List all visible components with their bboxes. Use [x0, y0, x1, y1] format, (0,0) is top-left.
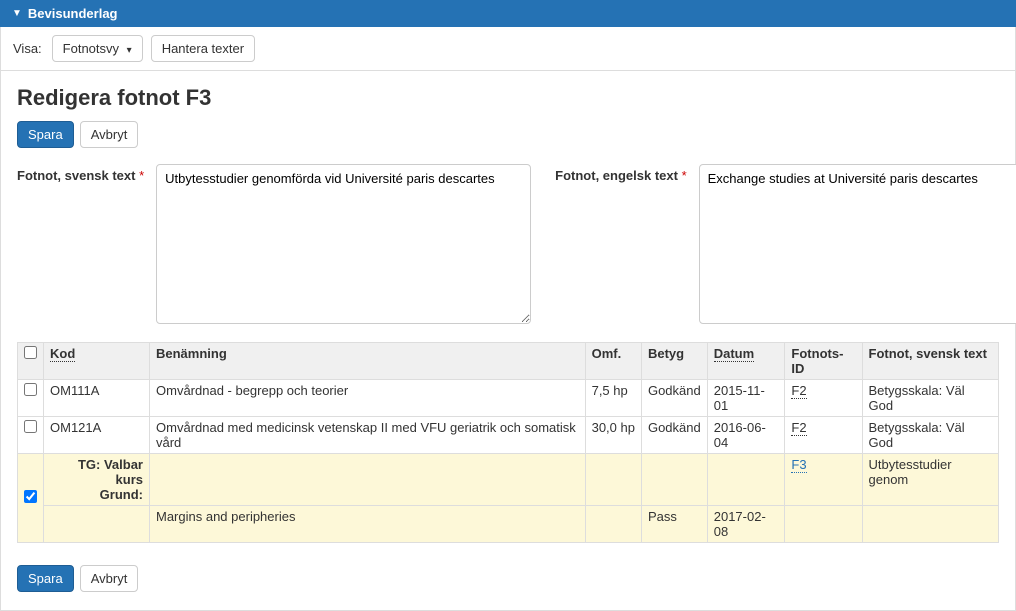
header-kod: Kod	[44, 343, 150, 380]
cell-benamning: Omvårdnad med medicinsk vetenskap II med…	[150, 417, 586, 454]
cell-omf	[585, 454, 641, 506]
cell-omf: 30,0 hp	[585, 417, 641, 454]
select-all-checkbox[interactable]	[24, 346, 37, 359]
header-checkbox-cell	[18, 343, 44, 380]
sv-label: Fotnot, svensk text *	[17, 164, 144, 183]
table-header-row: Kod Benämning Omf. Betyg Datum Fotnots-I…	[18, 343, 999, 380]
en-col: Fotnot, engelsk text *	[555, 164, 1016, 324]
caret-down-icon: ▾	[127, 45, 132, 56]
table-row-selected-sub: Margins and peripheries Pass 2017-02-08	[18, 506, 999, 543]
sv-textarea[interactable]	[156, 164, 531, 324]
table-row-selected: TG: Valbar kurs Grund: F3 Utbytesstudier…	[18, 454, 999, 506]
top-button-row: Spara Avbryt	[17, 121, 999, 148]
cell-fotnots-id: F2	[785, 417, 862, 454]
save-button[interactable]: Spara	[17, 121, 74, 148]
en-textarea[interactable]	[699, 164, 1016, 324]
cell-fotnot-sv: Betygsskala: Väl God	[862, 417, 999, 454]
panel-title: Bevisunderlag	[28, 6, 118, 21]
cell-fotnots-id	[785, 506, 862, 543]
bottom-button-row: Spara Avbryt	[1, 551, 1015, 610]
cell-omf	[585, 506, 641, 543]
save-button[interactable]: Spara	[17, 565, 74, 592]
cancel-button[interactable]: Avbryt	[80, 565, 139, 592]
table-row: OM111A Omvårdnad - begrepp och teorier 7…	[18, 380, 999, 417]
header-fotnot-sv: Fotnot, svensk text	[862, 343, 999, 380]
cell-betyg: Pass	[641, 506, 707, 543]
cell-kod: OM111A	[44, 380, 150, 417]
view-dropdown[interactable]: Fotnotsvy ▾	[52, 35, 143, 62]
cell-datum: 2016-06-04	[707, 417, 785, 454]
cell-fotnots-id: F2	[785, 380, 862, 417]
table-row: OM121A Omvårdnad med medicinsk vetenskap…	[18, 417, 999, 454]
caret-down-icon: ▼	[12, 8, 22, 19]
header-omf: Omf.	[585, 343, 641, 380]
en-label: Fotnot, engelsk text *	[555, 164, 686, 183]
cell-omf: 7,5 hp	[585, 380, 641, 417]
footnote-form-row: Fotnot, svensk text * Fotnot, engelsk te…	[17, 164, 999, 324]
required-marker: *	[682, 168, 687, 183]
cell-betyg	[641, 454, 707, 506]
cell-datum	[707, 454, 785, 506]
cell-benamning: Omvårdnad - begrepp och teorier	[150, 380, 586, 417]
cell-benamning	[150, 454, 586, 506]
sv-col: Fotnot, svensk text *	[17, 164, 531, 324]
row-checkbox[interactable]	[24, 490, 37, 503]
cell-datum: 2017-02-08	[707, 506, 785, 543]
courses-table: Kod Benämning Omf. Betyg Datum Fotnots-I…	[17, 342, 999, 543]
edit-section: Redigera fotnot F3 Spara Avbryt Fotnot, …	[1, 71, 1015, 551]
header-benamning: Benämning	[150, 343, 586, 380]
required-marker: *	[139, 168, 144, 183]
cell-kod: OM121A	[44, 417, 150, 454]
toolbar: Visa: Fotnotsvy ▾ Hantera texter	[1, 27, 1015, 71]
cell-fotnot-sv: Betygsskala: Väl God	[862, 380, 999, 417]
header-betyg: Betyg	[641, 343, 707, 380]
cell-kod	[44, 506, 150, 543]
cancel-button[interactable]: Avbryt	[80, 121, 139, 148]
cell-tg-label: TG: Valbar kurs Grund:	[44, 454, 150, 506]
cell-betyg: Godkänd	[641, 380, 707, 417]
page-title: Redigera fotnot F3	[17, 85, 999, 111]
view-dropdown-label: Fotnotsvy	[63, 41, 119, 56]
row-checkbox[interactable]	[24, 383, 37, 396]
header-datum: Datum	[707, 343, 785, 380]
cell-betyg: Godkänd	[641, 417, 707, 454]
cell-fotnots-id: F3	[785, 454, 862, 506]
cell-datum: 2015-11-01	[707, 380, 785, 417]
cell-fotnot-sv: Utbytesstudier genom	[862, 454, 999, 506]
cell-benamning: Margins and peripheries	[150, 506, 586, 543]
row-checkbox[interactable]	[24, 420, 37, 433]
cell-fotnot-sv	[862, 506, 999, 543]
panel-header[interactable]: ▼ Bevisunderlag	[0, 0, 1016, 27]
footnote-link[interactable]: F3	[791, 457, 806, 473]
manage-texts-button[interactable]: Hantera texter	[151, 35, 255, 62]
visa-label: Visa:	[13, 41, 42, 56]
panel-content: Visa: Fotnotsvy ▾ Hantera texter Rediger…	[0, 27, 1016, 611]
header-fotnots-id: Fotnots-ID	[785, 343, 862, 380]
